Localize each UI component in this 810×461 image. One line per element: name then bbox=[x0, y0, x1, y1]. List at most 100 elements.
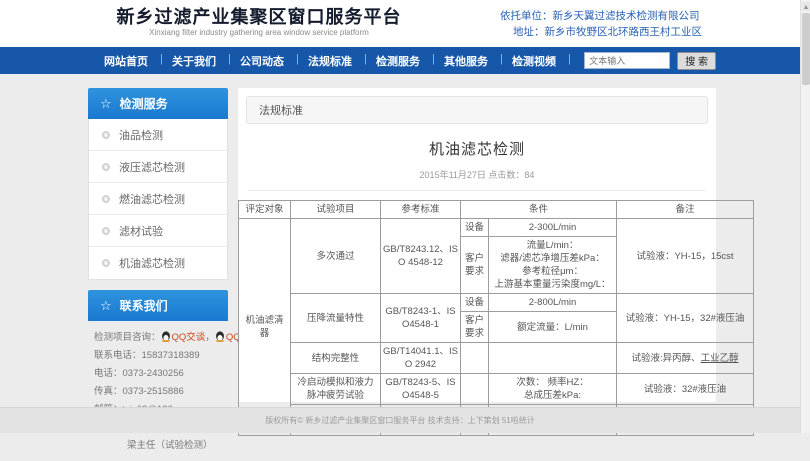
nav-item-news[interactable]: 公司动态 bbox=[228, 53, 296, 69]
services-panel: 检测服务 油品检测 液压滤芯检测 燃油滤芯检测 滤材试验 机油滤芯检测 bbox=[88, 88, 228, 280]
sidebar-item-engine-oil-filter[interactable]: 机油滤芯检测 bbox=[89, 247, 227, 279]
remark-text: 试验液:异丙醇、 bbox=[631, 353, 700, 364]
table-header-row: 评定对象 试验项目 参考标准 条件 备注 bbox=[239, 201, 754, 219]
cell-cond-value: 2-300L/min bbox=[489, 219, 617, 237]
site-subtitle: Xinxiang filter industry gathering area … bbox=[92, 28, 426, 38]
sidebar-item-hydraulic-filter[interactable]: 液压滤芯检测 bbox=[89, 151, 227, 183]
phone-line: 联系电话：15837318389 bbox=[94, 347, 224, 365]
cell-cond-label: 设备 bbox=[461, 294, 489, 312]
bullet-icon bbox=[102, 195, 110, 203]
contact-person-line-2: 梁主任（试验检测） bbox=[94, 437, 224, 455]
main-content: 法规标准 机油滤芯检测 2015年11月27日 点击数：84 评定对象 试验项目… bbox=[238, 88, 716, 402]
sidebar-item-fuel-filter[interactable]: 燃油滤芯检测 bbox=[89, 183, 227, 215]
cell-standard: GB/T14041.1、ISO 2942 bbox=[381, 343, 461, 374]
table-row: 压降流量特性 GB/T8243-1、ISO4548-1 设备 2-800L/mi… bbox=[239, 294, 754, 312]
sidebar-item-label: 燃油滤芯检测 bbox=[119, 191, 185, 207]
sidebar-item-label: 滤材试验 bbox=[119, 223, 163, 239]
cond-line: 次数： 频率HZ： bbox=[491, 376, 614, 389]
nav-item-about[interactable]: 关于我们 bbox=[160, 53, 228, 69]
cond-line: 总成压差kPa: bbox=[491, 389, 614, 402]
cell-project: 冷启动模拟和液力脉冲疲劳试验 bbox=[291, 374, 381, 405]
cell-remark: 试验液：32#液压油 bbox=[617, 374, 754, 405]
search-input[interactable] bbox=[584, 52, 670, 69]
cell-cond-label bbox=[461, 343, 489, 374]
vertical-scrollbar[interactable] bbox=[800, 0, 810, 433]
cell-cond-value: 2-800L/min bbox=[489, 294, 617, 312]
cond-line: 上游基本重量污染度mg/L： bbox=[491, 278, 614, 291]
star-icon bbox=[100, 298, 112, 314]
bullet-icon bbox=[102, 131, 110, 139]
contact-info: 检测项目咨询：QQ交谈，QQ交谈 联系电话：15837318389 电话：037… bbox=[88, 321, 228, 461]
breadcrumb: 法规标准 bbox=[246, 96, 708, 124]
table-row: 机油滤清器 多次通过 GB/T8243.12、ISO 4548-12 设备 2-… bbox=[239, 219, 754, 237]
top-header: 新乡过滤产业集聚区窗口服务平台 Xinxiang filter industry… bbox=[0, 0, 800, 47]
cell-cond-value bbox=[489, 343, 617, 374]
cell-project: 多次通过 bbox=[291, 219, 381, 294]
qq-penguin-icon bbox=[161, 331, 171, 342]
cond-line: 参考粒径μm： bbox=[491, 265, 614, 278]
scrollbar-thumb[interactable] bbox=[802, 13, 810, 85]
star-icon bbox=[100, 96, 112, 112]
site-brand: 新乡过滤产业集聚区窗口服务平台 Xinxiang filter industry… bbox=[92, 6, 426, 38]
qq-penguin-icon bbox=[215, 331, 225, 342]
nav-item-videos[interactable]: 检测视频 bbox=[500, 53, 568, 69]
address-text: 地址：新乡市牧野区北环路西王村工业区 bbox=[500, 24, 702, 40]
sidebar-item-oil-test[interactable]: 油品检测 bbox=[89, 119, 227, 151]
article-meta: 2015年11月27日 点击数：84 bbox=[248, 168, 706, 191]
col-header-target: 评定对象 bbox=[239, 201, 291, 219]
consult-label: 检测项目咨询： bbox=[94, 332, 161, 343]
sidebar: 检测服务 油品检测 液压滤芯检测 燃油滤芯检测 滤材试验 机油滤芯检测 bbox=[88, 88, 228, 461]
cell-cond-label: 客户要求 bbox=[461, 312, 489, 343]
col-header-standard: 参考标准 bbox=[381, 201, 461, 219]
qq-chat-link-1[interactable]: QQ交谈 bbox=[161, 332, 206, 343]
support-unit-text: 依托单位：新乡天翼过滤技术检测有限公司 bbox=[500, 8, 702, 24]
services-panel-header: 检测服务 bbox=[88, 88, 228, 119]
cell-standard: GB/T8243-1、ISO4548-1 bbox=[381, 294, 461, 343]
contact-panel-header: 联系我们 bbox=[88, 290, 228, 321]
contact-panel-title: 联系我们 bbox=[120, 297, 168, 314]
cell-standard: GB/T8243-5、ISO4548-5 bbox=[381, 374, 461, 405]
test-spec-table: 评定对象 试验项目 参考标准 条件 备注 机油滤清器 多次通过 GB/T8243… bbox=[238, 200, 754, 436]
nav-item-home[interactable]: 网站首页 bbox=[92, 53, 160, 69]
cell-cond-value: 额定流量：L/min bbox=[489, 312, 617, 343]
bullet-icon bbox=[102, 227, 110, 235]
nav-item-standards[interactable]: 法规标准 bbox=[296, 53, 364, 69]
cell-cond-label: 设备 bbox=[461, 219, 489, 237]
cell-remark: 试验液:异丙醇、工业乙醇 bbox=[617, 343, 754, 374]
tel-line: 电话：0373-2430256 bbox=[94, 365, 224, 383]
col-header-remark: 备注 bbox=[617, 201, 754, 219]
sidebar-item-media-test[interactable]: 滤材试验 bbox=[89, 215, 227, 247]
cell-cond-label bbox=[461, 374, 489, 405]
scroll-up-arrow-icon[interactable] bbox=[802, 2, 810, 11]
col-header-project: 试验项目 bbox=[291, 201, 381, 219]
qq-separator: ， bbox=[205, 332, 215, 343]
services-panel-title: 检测服务 bbox=[120, 95, 168, 112]
cell-cond-label: 客户要求 bbox=[461, 237, 489, 294]
remark-text-underlined: 工业乙醇 bbox=[701, 353, 739, 364]
bullet-icon bbox=[102, 163, 110, 171]
cond-line: 流量L/min： bbox=[491, 239, 614, 252]
nav-item-other[interactable]: 其他服务 bbox=[432, 53, 500, 69]
cell-project: 压降流量特性 bbox=[291, 294, 381, 343]
bullet-icon bbox=[102, 259, 110, 267]
cell-remark: 试验液：YH-15，15cst bbox=[617, 219, 754, 294]
copyright-text: 版权所有© 新乡过滤产业集聚区窗口服务平台 技术支持：上下策划 51啦统计 bbox=[265, 415, 534, 426]
cell-project: 结构完整性 bbox=[291, 343, 381, 374]
consult-line: 检测项目咨询：QQ交谈，QQ交谈 bbox=[94, 329, 224, 347]
table-row: 冷启动模拟和液力脉冲疲劳试验 GB/T8243-5、ISO4548-5 次数： … bbox=[239, 374, 754, 405]
article-title: 机油滤芯检测 bbox=[238, 138, 716, 159]
contact-panel: 联系我们 检测项目咨询：QQ交谈，QQ交谈 联系电话：15837318389 电… bbox=[88, 290, 228, 461]
cell-cond-value: 次数： 频率HZ： 总成压差kPa: bbox=[489, 374, 617, 405]
sidebar-item-label: 液压滤芯检测 bbox=[119, 159, 185, 175]
cond-line: 滤器/滤芯净增压差kPa： bbox=[491, 252, 614, 265]
cell-standard: GB/T8243.12、ISO 4548-12 bbox=[381, 219, 461, 294]
header-info: 依托单位：新乡天翼过滤技术检测有限公司 地址：新乡市牧野区北环路西王村工业区 bbox=[500, 8, 702, 40]
col-header-condition: 条件 bbox=[461, 201, 617, 219]
fax-line: 传真：0373-2515886 bbox=[94, 383, 224, 401]
nav-item-services[interactable]: 检测服务 bbox=[364, 53, 432, 69]
search-button[interactable]: 搜 索 bbox=[677, 52, 716, 70]
site-title: 新乡过滤产业集聚区窗口服务平台 bbox=[92, 6, 426, 28]
sidebar-item-label: 机油滤芯检测 bbox=[119, 255, 185, 271]
qq-link-label: QQ交谈 bbox=[172, 332, 206, 343]
cell-target: 机油滤清器 bbox=[239, 219, 291, 436]
